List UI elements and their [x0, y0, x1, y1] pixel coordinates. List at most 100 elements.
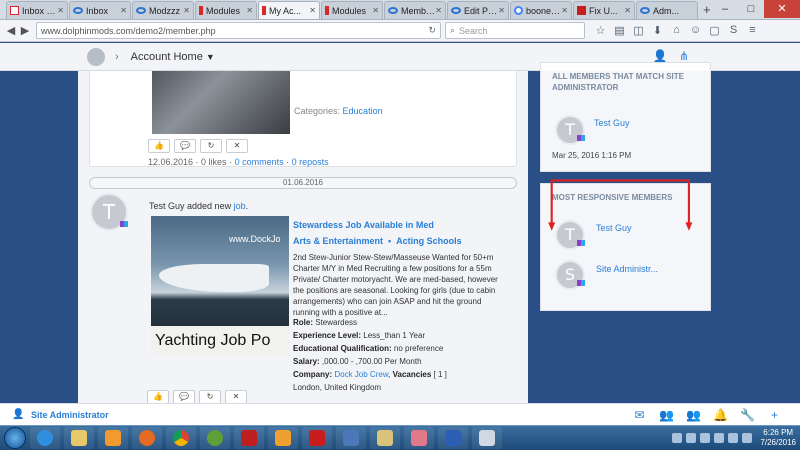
- job-image[interactable]: www.DockJo Yachting Job Po: [151, 216, 289, 355]
- user-icon[interactable]: 👤: [12, 409, 24, 421]
- avatar[interactable]: S: [555, 260, 585, 290]
- taskbar-app-frog[interactable]: [200, 427, 230, 449]
- comment-icon[interactable]: 💬: [174, 139, 196, 153]
- repost-icon[interactable]: ↻: [199, 390, 221, 403]
- browser-tab[interactable]: Inbox ✕: [69, 1, 131, 19]
- browser-tab-active[interactable]: My Ac... ✕: [258, 1, 320, 19]
- like-icon[interactable]: 👍: [148, 139, 170, 153]
- taskbar-app-word[interactable]: [438, 427, 468, 449]
- member-name-link[interactable]: Test Guy: [594, 118, 630, 128]
- friends-icon[interactable]: 👥: [653, 408, 680, 422]
- taskbar-app-outlook[interactable]: [268, 427, 298, 449]
- browser-tab[interactable]: Modules ✕: [321, 1, 383, 19]
- share-icon[interactable]: ⋔: [672, 49, 696, 63]
- avatar[interactable]: T: [90, 193, 128, 231]
- close-icon[interactable]: ✕: [225, 390, 247, 403]
- close-icon[interactable]: ✕: [183, 6, 190, 15]
- category-link[interactable]: Education: [343, 106, 383, 116]
- user-icon[interactable]: 👤: [648, 49, 672, 63]
- close-icon[interactable]: ✕: [498, 6, 505, 15]
- current-user-link[interactable]: Site Administrator: [31, 410, 109, 420]
- taskbar-app-chrome[interactable]: [166, 427, 196, 449]
- page-title[interactable]: Account Home: [131, 51, 203, 63]
- window-close-icon[interactable]: ✕: [764, 0, 800, 18]
- taskbar-app-ie[interactable]: [30, 427, 60, 449]
- company-link[interactable]: Dock Job Crew: [334, 370, 388, 379]
- skype-icon[interactable]: S: [724, 24, 743, 37]
- taskbar-app-explorer[interactable]: [64, 427, 94, 449]
- home-icon[interactable]: ⌂: [667, 24, 686, 37]
- category-link[interactable]: Arts & Entertainment: [293, 236, 383, 246]
- close-icon[interactable]: ✕: [120, 6, 127, 15]
- taskbar-app-paint[interactable]: [370, 427, 400, 449]
- reload-icon[interactable]: ↻: [428, 25, 436, 36]
- job-title-link[interactable]: Stewardess Job Available in Med: [293, 220, 434, 230]
- groups-icon[interactable]: 👥: [680, 408, 707, 422]
- taskbar-app-filezilla[interactable]: [234, 427, 264, 449]
- browser-tab[interactable]: Adm...: [636, 1, 698, 19]
- tray-icon[interactable]: [686, 433, 697, 443]
- taskbar-app-notes[interactable]: [472, 427, 502, 449]
- tray-icon[interactable]: [728, 433, 739, 443]
- search-input[interactable]: ⌕ Search: [445, 22, 585, 39]
- star-icon[interactable]: ☆: [591, 24, 610, 37]
- browser-tab[interactable]: Member ...✕: [384, 1, 446, 19]
- wrench-icon[interactable]: 🔧: [734, 408, 761, 422]
- library-icon[interactable]: ▤: [610, 24, 629, 37]
- tray-icon[interactable]: [714, 433, 725, 443]
- avatar[interactable]: T: [555, 115, 585, 145]
- close-icon[interactable]: ✕: [561, 6, 568, 15]
- browser-tab[interactable]: Inbox (76...✕: [6, 1, 68, 19]
- close-icon[interactable]: ✕: [57, 6, 64, 15]
- volume-icon[interactable]: [742, 433, 753, 443]
- post-image[interactable]: [152, 71, 290, 134]
- start-button[interactable]: [4, 427, 26, 449]
- minimize-icon[interactable]: –: [712, 0, 738, 18]
- reposts-link[interactable]: 0 reposts: [292, 157, 329, 167]
- avatar[interactable]: T: [555, 220, 585, 250]
- comment-icon[interactable]: 💬: [173, 390, 195, 403]
- close-icon[interactable]: ✕: [246, 6, 253, 15]
- close-icon[interactable]: ✕: [309, 6, 316, 15]
- bell-icon[interactable]: 🔔: [707, 408, 734, 422]
- taskbar-app-firefox[interactable]: [132, 427, 162, 449]
- plus-icon[interactable]: +: [761, 408, 788, 422]
- comments-link[interactable]: 0 comments: [235, 157, 284, 167]
- job-link[interactable]: job: [234, 201, 246, 211]
- search-icon: ⌕: [450, 25, 456, 35]
- maximize-icon[interactable]: □: [738, 0, 764, 18]
- browser-tab[interactable]: Fix U... ✕: [573, 1, 635, 19]
- forward-icon[interactable]: ▶: [18, 24, 32, 38]
- back-icon[interactable]: ◀: [4, 24, 18, 38]
- close-icon[interactable]: ✕: [435, 6, 442, 15]
- download-icon[interactable]: ⬇: [648, 24, 667, 37]
- taskbar-app-media[interactable]: [98, 427, 128, 449]
- close-icon[interactable]: ✕: [624, 6, 631, 15]
- system-clock[interactable]: 6:26 PM 7/26/2016: [760, 428, 796, 448]
- chat-icon[interactable]: ▢: [705, 24, 724, 37]
- tray-icon[interactable]: [700, 433, 711, 443]
- close-icon[interactable]: ✕: [226, 139, 248, 153]
- pocket-icon[interactable]: ◫: [629, 24, 648, 37]
- new-tab-plus-icon[interactable]: +: [703, 1, 711, 19]
- browser-tab[interactable]: Modules ✕: [195, 1, 257, 19]
- taskbar-app-network[interactable]: [336, 427, 366, 449]
- menu-icon[interactable]: ≡: [743, 24, 762, 37]
- url-bar[interactable]: www.dolphinmods.com/demo2/member.php ↻: [36, 22, 441, 39]
- category-link[interactable]: Acting Schools: [396, 236, 462, 246]
- browser-tab[interactable]: Modzzz ✕: [132, 1, 194, 19]
- chevron-down-icon[interactable]: ▼: [206, 52, 215, 62]
- smiley-icon[interactable]: ☺: [686, 24, 705, 37]
- repost-icon[interactable]: ↻: [200, 139, 222, 153]
- taskbar-app-eraser[interactable]: [404, 427, 434, 449]
- browser-tab[interactable]: boonex a...✕: [510, 1, 572, 19]
- taskbar-app-acrobat[interactable]: [302, 427, 332, 449]
- mail-icon[interactable]: ✉: [626, 408, 653, 422]
- like-icon[interactable]: 👍: [147, 390, 169, 403]
- member-name-link[interactable]: Test Guy: [596, 223, 632, 233]
- tray-icon[interactable]: [672, 433, 683, 443]
- site-logo[interactable]: [87, 47, 105, 66]
- browser-tab[interactable]: Edit Prod...✕: [447, 1, 509, 19]
- member-name-link[interactable]: Site Administr...: [596, 264, 658, 274]
- close-icon[interactable]: ✕: [372, 6, 379, 15]
